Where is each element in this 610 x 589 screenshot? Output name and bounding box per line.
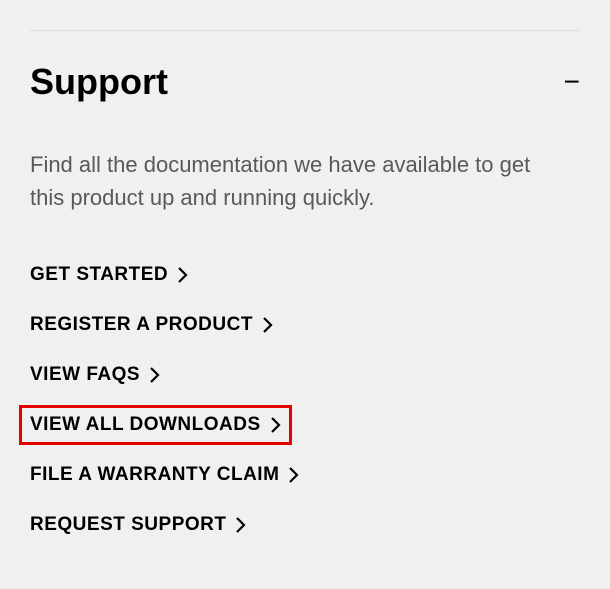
link-label: REQUEST SUPPORT	[30, 514, 226, 536]
link-get-started[interactable]: GET STARTED	[30, 264, 188, 286]
link-label: VIEW ALL DOWNLOADS	[30, 414, 261, 436]
chevron-right-icon	[271, 417, 281, 433]
link-register-product[interactable]: REGISTER A PRODUCT	[30, 314, 273, 336]
link-request-support[interactable]: REQUEST SUPPORT	[30, 514, 246, 536]
link-view-all-downloads[interactable]: VIEW ALL DOWNLOADS	[19, 405, 292, 445]
collapse-icon[interactable]: −	[564, 66, 580, 98]
link-label: GET STARTED	[30, 264, 168, 286]
support-links: GET STARTED REGISTER A PRODUCT VIEW FAQS…	[30, 264, 580, 536]
chevron-right-icon	[236, 517, 246, 533]
link-label: FILE A WARRANTY CLAIM	[30, 464, 279, 486]
section-title: Support	[30, 61, 168, 103]
section-description: Find all the documentation we have avail…	[30, 148, 550, 214]
divider	[30, 30, 580, 31]
chevron-right-icon	[263, 317, 273, 333]
link-label: REGISTER A PRODUCT	[30, 314, 253, 336]
chevron-right-icon	[289, 467, 299, 483]
chevron-right-icon	[178, 267, 188, 283]
link-view-faqs[interactable]: VIEW FAQS	[30, 364, 160, 386]
chevron-right-icon	[150, 367, 160, 383]
link-label: VIEW FAQS	[30, 364, 140, 386]
link-file-warranty-claim[interactable]: FILE A WARRANTY CLAIM	[30, 464, 299, 486]
section-header[interactable]: Support −	[30, 61, 580, 103]
